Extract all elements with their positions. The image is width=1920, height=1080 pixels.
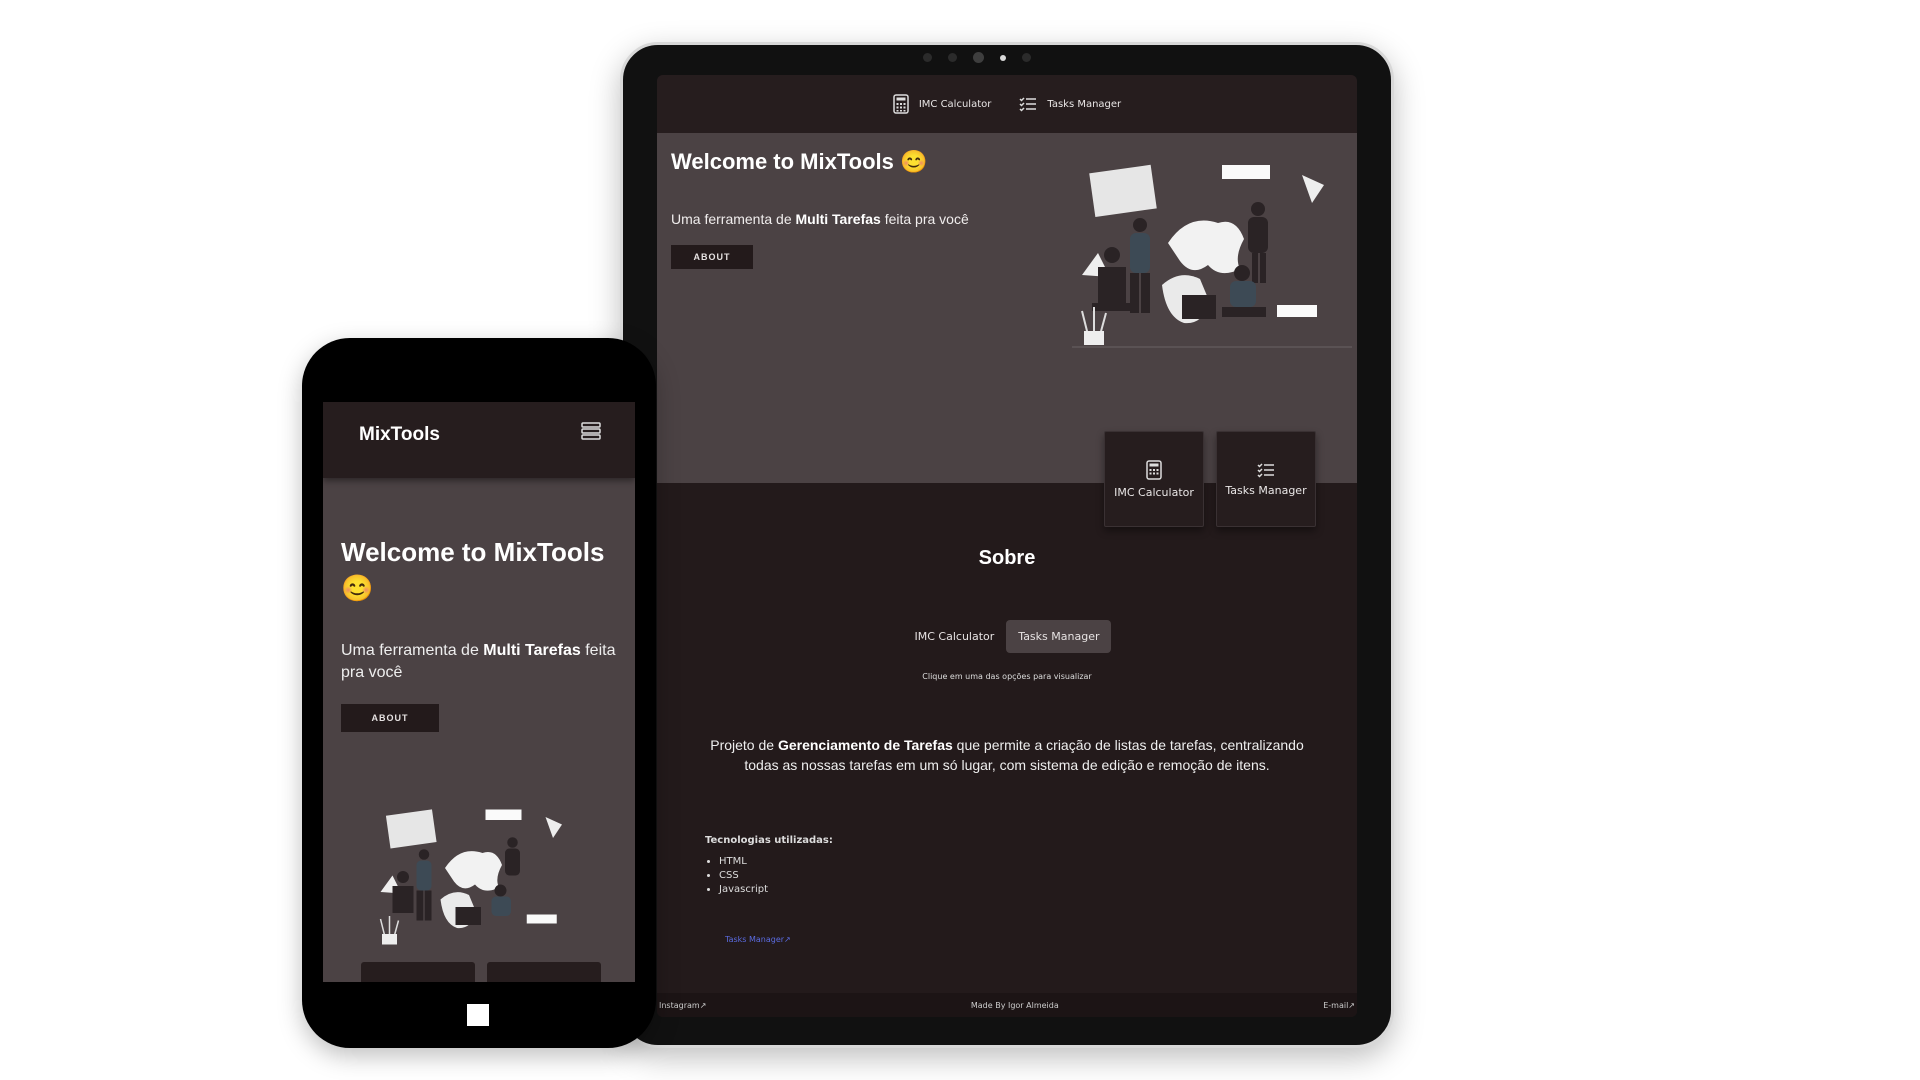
tech-list: HTML CSS Javascript	[705, 855, 768, 897]
footer-credit: Made By Igor Almeida	[970, 1000, 1059, 1010]
tablet-camera-dots	[923, 52, 1031, 63]
home-button-icon[interactable]	[467, 1004, 489, 1026]
team-puzzle-illustration	[1072, 164, 1352, 348]
tasks-manager-link[interactable]: Tasks Manager↗	[725, 935, 791, 944]
card-label: IMC Calculator	[1114, 485, 1194, 499]
email-link[interactable]: E-mail↗	[1323, 1001, 1355, 1010]
hero-title: Welcome to MixTools 😊	[671, 149, 928, 174]
card-tasks-manager[interactable]	[487, 962, 601, 982]
about-button[interactable]: ABOUT	[341, 704, 439, 732]
instagram-link[interactable]: Instagram↗	[659, 1001, 706, 1010]
calculator-icon	[1146, 459, 1162, 480]
tablet-device: IMC Calculator Tasks Manager Welcome to …	[620, 42, 1394, 1048]
about-button[interactable]: ABOUT	[671, 245, 753, 269]
card-label: Tasks Manager	[1225, 483, 1307, 497]
project-description: Projeto de Gerenciamento de Tarefas que …	[710, 737, 1304, 773]
nav-item-label: IMC Calculator	[918, 98, 992, 110]
tab-tasks-manager[interactable]: Tasks Manager	[1006, 620, 1112, 653]
calculator-icon	[893, 94, 909, 114]
tablet-screen: IMC Calculator Tasks Manager Welcome to …	[657, 75, 1357, 1017]
phone-screen: MixTools Welcome to MixTools 😊 Uma ferra…	[323, 402, 635, 982]
smile-emoji-icon: 😊	[900, 149, 928, 174]
nav-item-tasks-manager[interactable]: Tasks Manager	[1019, 96, 1121, 112]
tasks-list-icon	[1257, 462, 1274, 478]
hero-subtitle: Uma ferramenta de Multi Tarefas feita pr…	[671, 211, 969, 227]
footer: Instagram↗ Made By Igor Almeida E-mail↗	[657, 993, 1357, 1017]
phone-navbar: MixTools	[323, 402, 635, 478]
tab-imc-calculator[interactable]: IMC Calculator	[903, 620, 1007, 653]
phone-device: MixTools Welcome to MixTools 😊 Uma ferra…	[302, 338, 656, 1048]
brand-logo[interactable]: MixTools	[359, 424, 440, 446]
nav-item-imc-calculator[interactable]: IMC Calculator	[893, 94, 992, 114]
sobre-tabs: IMC Calculator Tasks Manager	[657, 620, 1357, 653]
hero-title: Welcome to MixTools 😊	[341, 537, 605, 603]
list-item: HTML	[719, 855, 768, 869]
tech-heading: Tecnologias utilizadas:	[705, 835, 833, 846]
sobre-heading: Sobre	[978, 547, 1036, 569]
hero-subtitle: Uma ferramenta de Multi Tarefas feita pr…	[341, 642, 616, 681]
card-imc-calculator[interactable]	[361, 962, 475, 982]
team-puzzle-illustration	[379, 809, 562, 945]
tasks-list-icon	[1019, 97, 1037, 112]
smile-emoji-icon: 😊	[341, 573, 374, 603]
card-tasks-manager[interactable]: Tasks Manager	[1216, 431, 1316, 527]
tabs-hint: Clique em uma das opções para visualizar	[922, 672, 1092, 681]
list-item: Javascript	[719, 883, 768, 897]
hamburger-menu-icon[interactable]	[581, 422, 601, 440]
tablet-navbar: IMC Calculator Tasks Manager	[657, 75, 1357, 133]
nav-item-label: Tasks Manager	[1047, 98, 1122, 110]
list-item: CSS	[719, 869, 768, 883]
card-imc-calculator[interactable]: IMC Calculator	[1104, 431, 1204, 527]
